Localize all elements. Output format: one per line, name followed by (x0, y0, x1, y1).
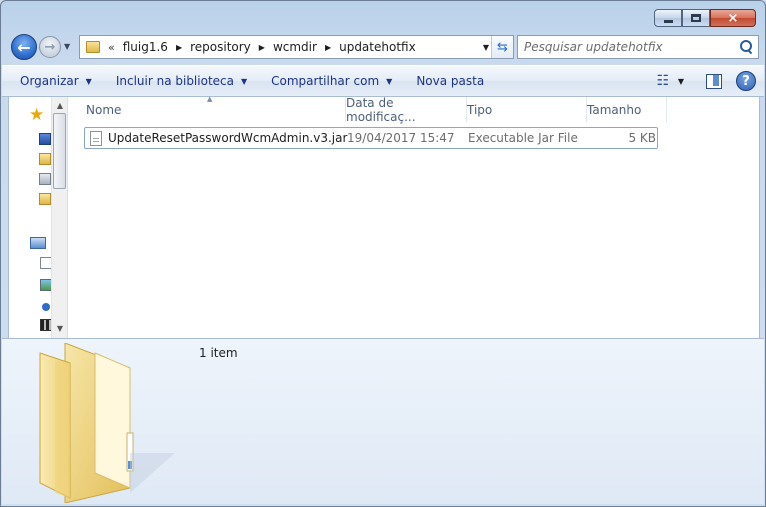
file-name: UpdateResetPasswordWcmAdmin.v3.jar (108, 131, 348, 145)
close-icon: × (727, 10, 739, 26)
back-button[interactable]: ← (11, 34, 37, 60)
recent-pages-button[interactable]: ▼ (64, 42, 73, 51)
search-box (517, 35, 759, 59)
search-icon[interactable] (738, 39, 754, 55)
chevron-down-icon: ▼ (64, 42, 71, 51)
arrow-right-icon: → (44, 39, 56, 55)
details-pane: 1 item (2, 338, 764, 504)
navigation-bar: ← → ▼ « fluig1.6 ▶ repository ▶ wcmdir ▶… (9, 33, 759, 61)
desktop-icon[interactable] (39, 133, 51, 145)
file-size: 5 KB (628, 131, 656, 145)
folder-icon (86, 41, 100, 53)
share-label: Compartilhar com (271, 74, 380, 88)
minimize-icon (663, 19, 673, 23)
file-type: Executable Jar File (468, 131, 578, 145)
column-header-size[interactable]: Tamanho (587, 97, 667, 122)
scroll-down-icon[interactable]: ▼ (52, 320, 68, 336)
column-size-label: Tamanho (587, 102, 642, 117)
view-options-dropdown[interactable]: ▼ (678, 77, 684, 86)
breadcrumb-fluig[interactable]: fluig1.6 (123, 40, 168, 54)
user-folder-icon[interactable] (39, 193, 51, 205)
column-type-label: Tipo (467, 102, 493, 117)
arrow-left-icon: ← (17, 37, 31, 57)
breadcrumb-separator-icon[interactable]: ▶ (176, 43, 182, 52)
maximize-icon (691, 14, 701, 22)
forward-button[interactable]: → (39, 36, 61, 58)
command-bar: Organizar ▼ Incluir na biblioteca ▼ Comp… (2, 65, 764, 97)
column-header-name[interactable]: Nome ▲ (69, 95, 346, 122)
refresh-icon: ⇆ (497, 39, 508, 55)
breadcrumb-separator-icon[interactable]: ▶ (325, 43, 331, 52)
navigation-pane: ★ ▲ ▼ (9, 97, 68, 338)
scroll-thumb[interactable] (53, 113, 66, 189)
file-date: 19/04/2017 15:47 (347, 131, 455, 145)
new-folder-button[interactable]: Nova pasta (410, 69, 490, 93)
breadcrumb-overflow[interactable]: « (108, 41, 115, 54)
scroll-up-icon[interactable]: ▲ (52, 97, 68, 113)
downloads-folder-icon[interactable] (39, 153, 51, 165)
help-button[interactable]: ? (736, 71, 756, 91)
breadcrumb-repository[interactable]: repository (190, 40, 251, 54)
close-button[interactable]: × (710, 9, 756, 27)
explorer-window: × ← → ▼ « fluig1.6 ▶ repository ▶ wcmdir… (0, 0, 766, 507)
maximize-button[interactable] (682, 9, 710, 27)
help-icon: ? (742, 73, 750, 89)
chevron-down-icon: ▼ (85, 76, 92, 86)
column-header-date[interactable]: Data de modificaç... (346, 95, 467, 124)
search-input[interactable] (518, 37, 738, 57)
column-name-label: Nome (86, 102, 122, 117)
include-library-label: Incluir na biblioteca (115, 74, 234, 88)
include-library-button[interactable]: Incluir na biblioteca ▼ (110, 69, 253, 93)
change-view-button[interactable]: ☷ (652, 70, 674, 92)
breadcrumb-separator-icon[interactable]: ▶ (259, 43, 265, 52)
chevron-down-icon: ▼ (240, 76, 248, 86)
address-dropdown-icon[interactable]: ▼ (483, 43, 489, 52)
share-button[interactable]: Compartilhar com ▼ (265, 69, 398, 93)
organize-label: Organizar (20, 74, 79, 88)
jar-file-icon (90, 130, 102, 146)
libraries-icon[interactable] (30, 237, 46, 249)
sort-ascending-icon: ▲ (207, 95, 213, 103)
address-bar[interactable]: « fluig1.6 ▶ repository ▶ wcmdir ▶ updat… (79, 35, 514, 59)
column-header-type[interactable]: Tipo (467, 97, 587, 122)
navigation-scrollbar[interactable]: ▲ ▼ (51, 97, 67, 338)
breadcrumb-updatehotfix[interactable]: updatehotfix (339, 40, 416, 54)
music-icon[interactable] (42, 303, 50, 311)
refresh-button[interactable]: ⇆ (491, 36, 513, 58)
preview-pane-button[interactable] (702, 70, 724, 92)
recent-places-icon[interactable] (39, 173, 51, 185)
favorites-star-icon[interactable]: ★ (29, 107, 45, 124)
item-count: 1 item (199, 346, 238, 360)
file-list: Nome ▲ Data de modificaç... Tipo Tamanho… (69, 95, 759, 338)
content-area: ★ ▲ ▼ Nome ▲ Data de modificaç... Tipo T… (8, 95, 760, 338)
file-row[interactable]: UpdateResetPasswordWcmAdmin.v3.jar 19/04… (84, 127, 658, 149)
new-folder-label: Nova pasta (416, 74, 485, 88)
folder-icon (39, 343, 175, 503)
breadcrumb-wcmdir[interactable]: wcmdir (273, 40, 317, 54)
caption-buttons: × (654, 9, 756, 27)
toolbar-right: ☷ ▼ ? (652, 70, 756, 92)
view-list-icon: ☷ (656, 73, 670, 89)
minimize-button[interactable] (654, 9, 682, 27)
column-date-label: Data de modificaç... (346, 95, 416, 124)
organize-button[interactable]: Organizar ▼ (14, 69, 98, 93)
chevron-down-icon: ▼ (386, 76, 393, 86)
